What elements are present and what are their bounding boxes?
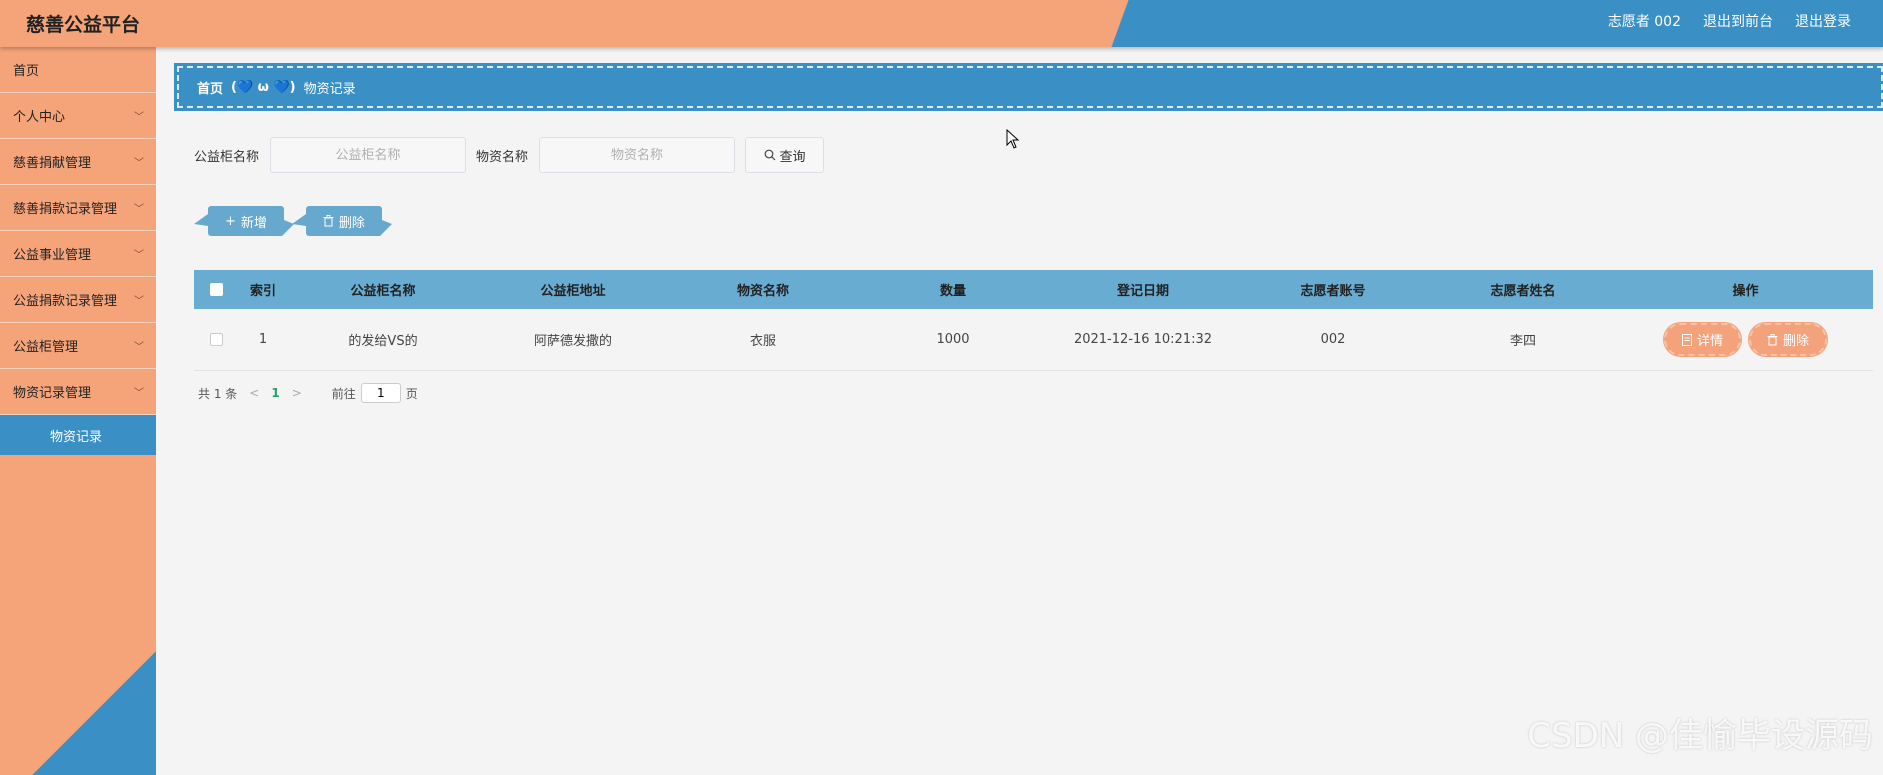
add-button-label: 新增 <box>240 215 267 231</box>
sidebar-item-label: 个人中心 <box>13 110 66 125</box>
sidebar-item-label: 慈善捐款记录管理 <box>13 202 118 217</box>
sidebar-item-personal-center[interactable]: 个人中心 ﹀ <box>0 93 156 139</box>
material-name-label: 物资名称 <box>476 149 529 165</box>
column-header: 操作 <box>1732 284 1759 299</box>
detail-button[interactable]: 详情 <box>1662 322 1743 357</box>
cell-volunteer-account: 002 <box>1320 332 1346 347</box>
trash-icon <box>1767 333 1778 345</box>
cell-index: 1 <box>258 332 268 347</box>
table-row: 1 的发给VS的 阿萨德发撒的 衣服 1000 2021-12-16 10:21… <box>194 309 1873 371</box>
column-header: 索引 <box>249 284 276 299</box>
cabinet-name-input[interactable] <box>270 137 467 173</box>
plus-icon: + <box>225 213 236 229</box>
cell-material-name: 衣服 <box>749 334 776 349</box>
cabinet-name-label: 公益柜名称 <box>194 149 260 165</box>
next-page-icon[interactable]: > <box>292 386 302 400</box>
column-header: 登记日期 <box>1116 284 1169 299</box>
chevron-down-icon: ﹀ <box>134 296 144 307</box>
app-title: 慈善公益平台 <box>26 14 141 36</box>
header-links: 志愿者 002 退出到前台 退出登录 <box>1608 11 1851 31</box>
sidebar-item-label: 物资记录管理 <box>13 386 92 401</box>
sidebar-item-public-welfare[interactable]: 公益事业管理 ﹀ <box>0 231 156 277</box>
sidebar-item-label: 慈善捐献管理 <box>13 156 92 171</box>
trash-icon <box>323 215 334 227</box>
goto-page-input[interactable] <box>360 383 401 403</box>
page-number-current[interactable]: 1 <box>271 386 279 400</box>
batch-delete-button[interactable]: 删除 <box>291 206 392 236</box>
sidebar-item-welfare-donation-records[interactable]: 公益捐款记录管理 ﹀ <box>0 277 156 323</box>
exit-to-front-link[interactable]: 退出到前台 <box>1703 11 1773 31</box>
document-icon <box>1681 333 1692 346</box>
cell-cabinet-address: 阿萨德发撒的 <box>533 334 612 349</box>
page-suffix: 页 <box>405 386 418 401</box>
cell-operations: 详情 删除 <box>1618 322 1873 357</box>
breadcrumb-current: 物资记录 <box>303 81 356 97</box>
query-button-label: 查询 <box>779 149 806 165</box>
sidebar-item-label: 公益捐款记录管理 <box>13 294 118 309</box>
add-button[interactable]: + 新增 <box>194 206 294 236</box>
chevron-down-icon: ﹀ <box>134 342 144 353</box>
detail-button-label: 详情 <box>1696 334 1723 349</box>
material-records-table: 索引 公益柜名称 公益柜地址 物资名称 数量 登记日期 志愿者账号 志愿者姓名 … <box>194 270 1873 371</box>
prev-page-icon[interactable]: < <box>249 386 259 400</box>
chevron-down-icon: ﹀ <box>134 250 144 261</box>
table-header: 索引 公益柜名称 公益柜地址 物资名称 数量 登记日期 志愿者账号 志愿者姓名 … <box>194 270 1873 309</box>
column-header: 志愿者姓名 <box>1490 284 1556 299</box>
column-header: 志愿者账号 <box>1300 284 1366 299</box>
cell-quantity: 1000 <box>936 332 970 347</box>
sidebar-item-material-management[interactable]: 物资记录管理 ﹀ <box>0 369 156 415</box>
chevron-up-icon: ﹀ <box>134 388 144 399</box>
column-header: 数量 <box>939 284 966 299</box>
cell-cabinet-name: 的发给VS的 <box>348 334 418 349</box>
column-header: 物资名称 <box>736 284 789 299</box>
query-button[interactable]: 查询 <box>745 137 825 173</box>
chevron-down-icon: ﹀ <box>134 112 144 123</box>
select-all-cell <box>194 283 238 296</box>
row-select-cell <box>194 333 238 346</box>
row-delete-button-label: 删除 <box>1783 334 1810 349</box>
search-form: 公益柜名称 物资名称 查询 <box>194 137 825 173</box>
sidebar-subitem-material-records[interactable]: 物资记录 <box>0 415 156 455</box>
breadcrumb: 首页 (💙 ω 💙) 物资记录 <box>174 63 1883 111</box>
sidebar-item-donation-management[interactable]: 慈善捐献管理 ﹀ <box>0 139 156 185</box>
chevron-down-icon: ﹀ <box>134 204 144 215</box>
column-header: 公益柜名称 <box>350 284 416 299</box>
mouse-cursor-icon <box>1006 129 1020 149</box>
sidebar-item-label: 首页 <box>13 64 40 79</box>
total-count: 共 1 条 <box>198 386 238 401</box>
sidebar-item-label: 公益柜管理 <box>13 340 79 355</box>
breadcrumb-separator: (💙 ω 💙) <box>231 79 296 95</box>
cell-volunteer-name: 李四 <box>1509 334 1536 349</box>
delete-button-label: 删除 <box>338 215 365 231</box>
sidebar-item-home[interactable]: 首页 <box>0 47 156 93</box>
row-delete-button[interactable]: 删除 <box>1747 322 1829 357</box>
top-header: 慈善公益平台 志愿者 002 退出到前台 退出登录 <box>0 0 1883 47</box>
column-header: 公益柜地址 <box>540 284 606 299</box>
watermark-text: CSDN @佳愉毕设源码 <box>1527 716 1873 756</box>
search-icon <box>764 149 775 161</box>
chevron-down-icon: ﹀ <box>134 158 144 169</box>
sidebar-item-label: 公益事业管理 <box>13 248 92 263</box>
current-user: 志愿者 002 <box>1607 14 1681 30</box>
breadcrumb-home[interactable]: 首页 <box>197 78 223 97</box>
sidebar-item-cabinet-management[interactable]: 公益柜管理 ﹀ <box>0 323 156 369</box>
cell-register-date: 2021-12-16 10:21:32 <box>1073 332 1213 347</box>
sidebar: 首页 个人中心 ﹀ 慈善捐献管理 ﹀ 慈善捐款记录管理 ﹀ 公益事业管理 ﹀ 公… <box>0 47 156 775</box>
pagination: 共 1 条 < 1 > 前往 页 <box>198 383 418 403</box>
sidebar-item-donation-records[interactable]: 慈善捐款记录管理 ﹀ <box>0 185 156 231</box>
action-bar: + 新增 删除 <box>194 206 392 236</box>
material-name-input[interactable] <box>539 137 736 173</box>
logout-link[interactable]: 退出登录 <box>1795 11 1851 31</box>
row-checkbox[interactable] <box>209 333 223 346</box>
select-all-checkbox[interactable] <box>209 283 223 296</box>
goto-label: 前往 <box>331 386 356 401</box>
